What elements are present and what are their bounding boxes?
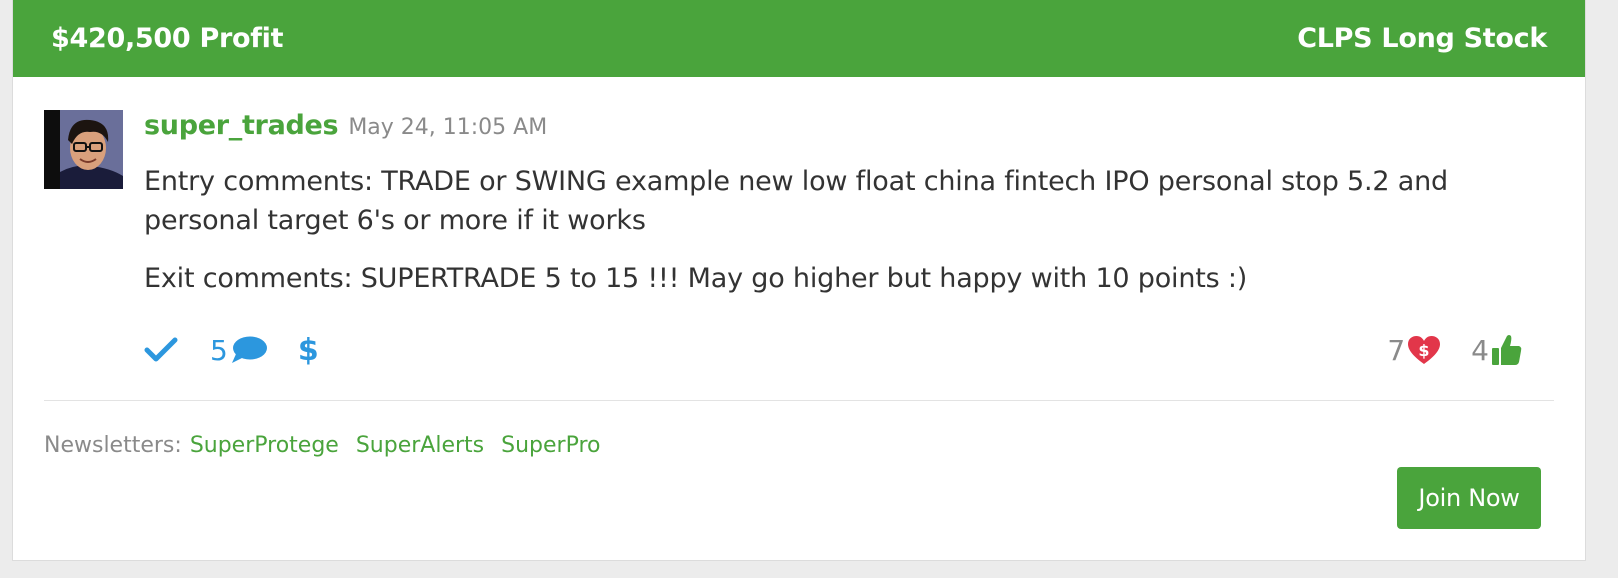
svg-text:$: $ xyxy=(1419,341,1430,360)
likes-count: 4 xyxy=(1471,333,1489,367)
tips-count: 7 xyxy=(1387,333,1406,367)
exit-comment: Exit comments: SUPERTRADE 5 to 15 !!! Ma… xyxy=(144,263,1248,294)
username-link[interactable]: super_trades xyxy=(144,110,339,141)
newsletters-label: Newsletters: xyxy=(44,433,182,458)
join-now-button[interactable]: Join Now xyxy=(1397,467,1541,529)
trade-card: $420,500 Profit CLPS Long Stock super_tr… xyxy=(12,0,1586,561)
comment-count: 5 xyxy=(210,333,228,367)
newsletter-link-superalerts[interactable]: SuperAlerts xyxy=(356,433,484,458)
likes-button[interactable]: 4 xyxy=(1471,333,1523,367)
avatar-image xyxy=(44,110,123,189)
avatar[interactable] xyxy=(44,110,123,189)
heart-dollar-icon: $ xyxy=(1408,336,1441,364)
check-button[interactable] xyxy=(144,337,178,363)
comment-bubble-icon xyxy=(231,336,267,363)
trade-header: $420,500 Profit CLPS Long Stock xyxy=(13,0,1585,77)
dollar-icon: $ xyxy=(297,332,319,368)
thumbs-up-icon xyxy=(1492,335,1522,365)
newsletters: Newsletters: SuperProtege SuperAlerts Su… xyxy=(44,433,617,458)
post-timestamp: May 24, 11:05 AM xyxy=(348,115,548,140)
check-icon xyxy=(144,337,178,362)
divider xyxy=(44,400,1554,401)
newsletter-link-superprotege[interactable]: SuperProtege xyxy=(190,433,339,458)
post-reactions: 7 $ 4 xyxy=(1387,330,1523,370)
comments-button[interactable]: 5 xyxy=(210,334,268,367)
trade-title[interactable]: CLPS Long Stock xyxy=(1297,23,1547,54)
tip-button[interactable]: $ xyxy=(298,333,319,368)
profit-title: $420,500 Profit xyxy=(51,23,284,54)
newsletter-link-superpro[interactable]: SuperPro xyxy=(501,433,600,458)
post-meta: super_trades May 24, 11:05 AM xyxy=(144,110,547,141)
post-actions: 5 $ xyxy=(144,330,319,370)
tips-button[interactable]: 7 $ xyxy=(1387,334,1441,367)
entry-comment: Entry comments: TRADE or SWING example n… xyxy=(144,166,1448,236)
